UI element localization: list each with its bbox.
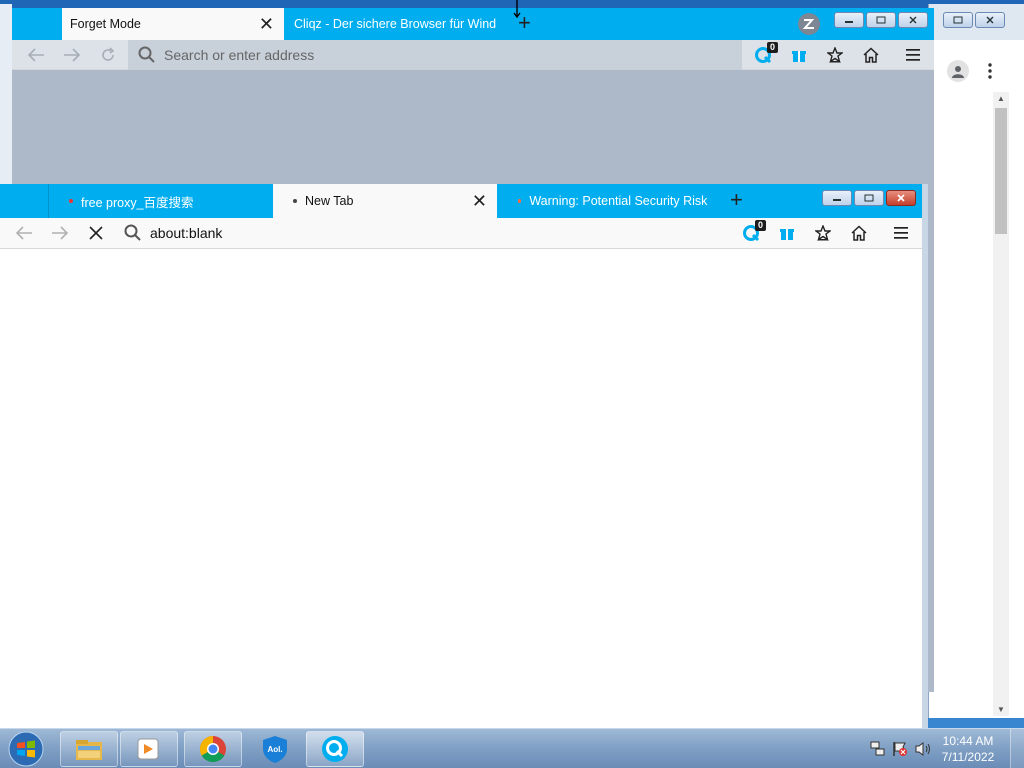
action-center-flag-icon[interactable]: [892, 741, 908, 760]
aol-shield-icon: Aol.: [263, 736, 287, 763]
tab-label: Warning: Potential Security Risk Ahead: [529, 194, 710, 208]
forward-arrow-icon[interactable]: [56, 40, 88, 69]
front-tab-strip: free proxy_百度搜索 New Tab ✕ Warning: Poten…: [0, 184, 922, 218]
profile-avatar-icon[interactable]: [947, 60, 969, 82]
tab-forget-mode[interactable]: Forget Mode ✕: [62, 8, 284, 40]
back-restore-button[interactable]: [866, 12, 896, 28]
front-browser-window: free proxy_百度搜索 New Tab ✕ Warning: Poten…: [0, 184, 928, 728]
forget-mode-icon: [798, 13, 820, 35]
taskbar-cliqz[interactable]: [306, 731, 364, 767]
side-scrollbar-thumb[interactable]: [995, 108, 1007, 234]
stop-loading-icon[interactable]: [80, 218, 112, 248]
back-url-bar[interactable]: Search or enter address: [128, 40, 742, 70]
desktop: ▲ ▼ Forget Mode ✕ Cliqz - Der sichere Br…: [0, 0, 1024, 768]
cliqz-tracker-icon[interactable]: 0: [748, 40, 778, 69]
tab-label: Cliqz - Der sichere Browser für Windows: [294, 17, 496, 31]
url-text: about:blank: [150, 225, 223, 241]
mouse-cursor: [513, 0, 521, 21]
side-browser-window: ▲ ▼: [928, 4, 1024, 718]
bookmark-star-icon[interactable]: [808, 218, 838, 248]
tab-free-proxy[interactable]: free proxy_百度搜索: [48, 184, 272, 218]
hamburger-menu-icon[interactable]: [886, 218, 916, 248]
tab-loading-dot: [69, 199, 73, 203]
chrome-icon: [199, 735, 226, 763]
taskbar-media-player[interactable]: [120, 731, 178, 767]
reload-icon[interactable]: [92, 40, 124, 69]
side-restore-button[interactable]: [943, 12, 973, 28]
tab-close-icon[interactable]: ✕: [472, 192, 487, 210]
home-icon[interactable]: [844, 218, 874, 248]
tracker-badge: 0: [754, 220, 766, 231]
tab-new-tab[interactable]: New Tab ✕: [273, 184, 497, 218]
front-minimize-button[interactable]: [822, 190, 852, 206]
url-placeholder: Search or enter address: [164, 47, 315, 63]
taskbar-explorer[interactable]: [60, 731, 118, 767]
start-button[interactable]: [6, 730, 46, 768]
explorer-icon: [76, 740, 102, 760]
forward-arrow-icon[interactable]: [44, 218, 76, 248]
back-nav-toolbar: Search or enter address 0: [12, 40, 934, 70]
back-minimize-button[interactable]: [834, 12, 864, 28]
taskbar: Aol. 10:44 AM 7/11/2022: [0, 728, 1024, 768]
media-player-icon: [137, 738, 159, 760]
side-scrollbar[interactable]: ▲ ▼: [993, 92, 1009, 716]
tab-close-icon[interactable]: ✕: [259, 15, 274, 33]
back-window-left-edge: [0, 4, 12, 184]
show-desktop-button[interactable]: [1010, 729, 1024, 768]
home-icon[interactable]: [856, 40, 886, 69]
tab-security-warning[interactable]: Warning: Potential Security Risk Ahead: [498, 184, 710, 218]
search-icon: [124, 224, 141, 241]
cliqz-tracker-icon[interactable]: 0: [736, 218, 766, 248]
new-tab-icon[interactable]: +: [730, 189, 743, 211]
kebab-menu-icon[interactable]: [987, 62, 993, 80]
tab-cliqz[interactable]: Cliqz - Der sichere Browser für Windows: [294, 8, 496, 40]
front-url-bar[interactable]: about:blank: [114, 218, 732, 248]
svg-text:Aol.: Aol.: [267, 745, 282, 754]
back-tab-strip: Forget Mode ✕ Cliqz - Der sichere Browse…: [12, 8, 934, 40]
side-close-button[interactable]: [975, 12, 1005, 28]
clock-time: 10:44 AM: [942, 734, 994, 748]
gift-icon[interactable]: [784, 40, 814, 69]
taskbar-aol-shield[interactable]: Aol.: [246, 731, 304, 767]
clock[interactable]: 10:44 AM 7/11/2022: [936, 733, 1000, 765]
search-icon: [138, 46, 155, 63]
back-arrow-icon[interactable]: [20, 40, 52, 69]
hamburger-menu-icon[interactable]: [898, 40, 928, 69]
tab-loading-dot: [518, 199, 522, 203]
bookmark-star-icon[interactable]: [820, 40, 850, 69]
tracker-badge: 0: [766, 42, 778, 53]
clock-date: 7/11/2022: [941, 750, 995, 764]
cliqz-icon: [322, 736, 348, 762]
volume-icon[interactable]: [914, 741, 932, 760]
network-icon[interactable]: [870, 741, 886, 760]
back-close-button[interactable]: [898, 12, 928, 28]
tab-label: Forget Mode: [70, 17, 141, 31]
tab-label: New Tab: [305, 194, 354, 208]
system-tray: 10:44 AM 7/11/2022: [854, 729, 1024, 768]
front-content-area: [0, 250, 922, 728]
tab-label: free proxy_百度搜索: [81, 195, 194, 210]
front-nav-toolbar: about:blank 0: [0, 218, 922, 249]
gift-icon[interactable]: [772, 218, 802, 248]
side-window-titlebar: [929, 4, 1024, 40]
taskbar-chrome[interactable]: [184, 731, 242, 767]
windows-logo-icon: [8, 731, 44, 767]
back-arrow-icon[interactable]: [8, 218, 40, 248]
front-close-button[interactable]: [886, 190, 916, 206]
front-restore-button[interactable]: [854, 190, 884, 206]
tab-loading-dot: [293, 199, 297, 203]
